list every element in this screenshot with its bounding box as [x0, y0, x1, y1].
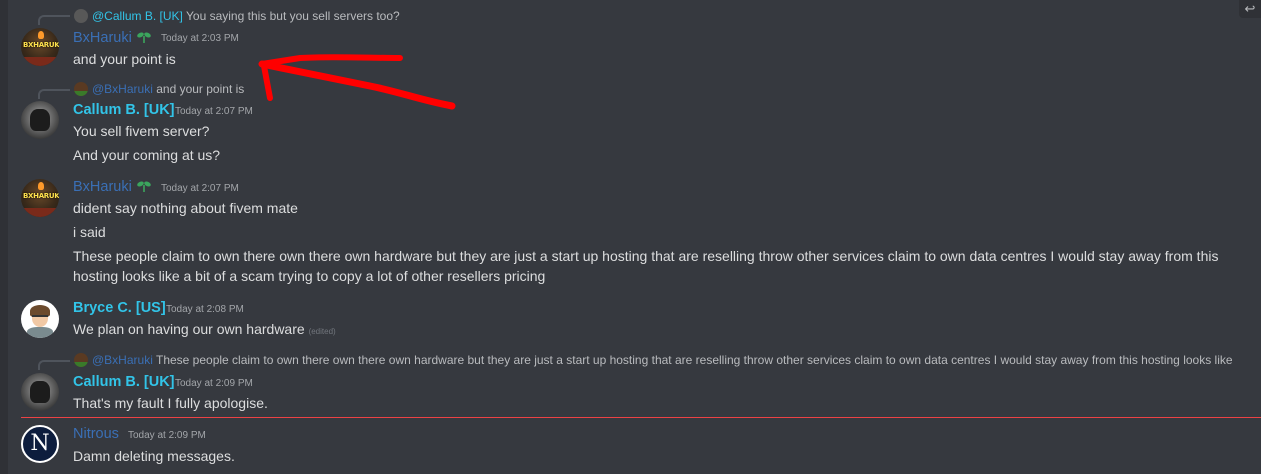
- annotation-arrow: [258, 54, 456, 110]
